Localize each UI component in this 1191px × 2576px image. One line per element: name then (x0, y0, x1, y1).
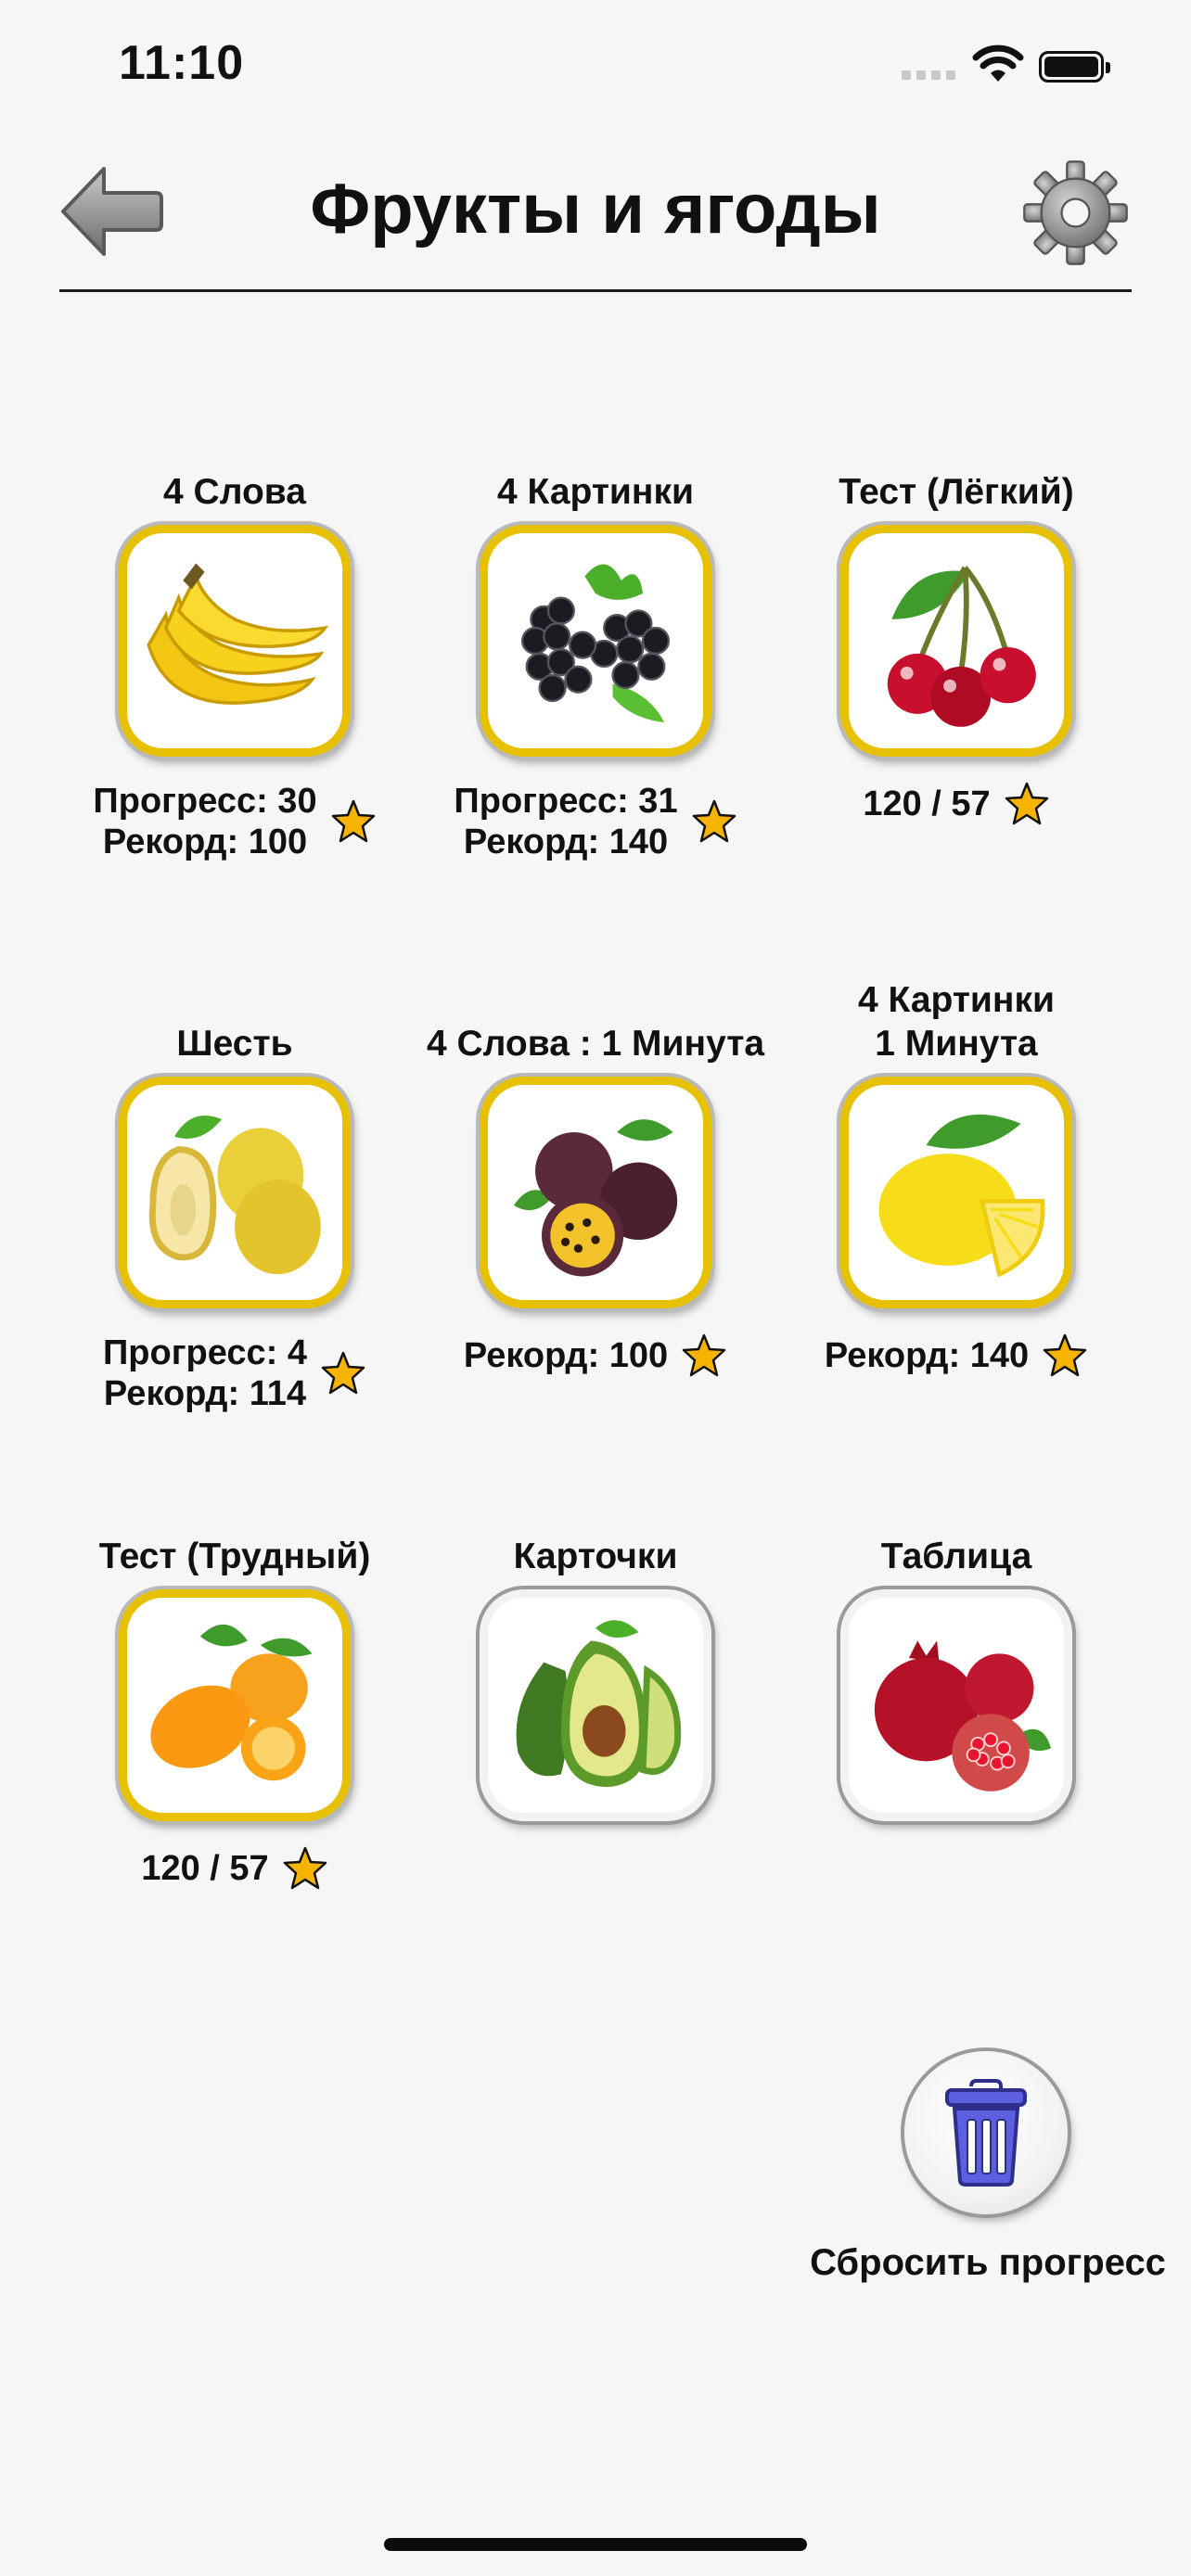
page-title: Фрукты и ягоды (310, 170, 881, 249)
tile-stats: 120 / 57 (54, 1845, 416, 1892)
tile-test-hard: Тест (Трудный) 120 / 57 (54, 1491, 416, 1892)
battery-icon (1039, 51, 1110, 83)
star-icon (283, 1846, 327, 1890)
tile-label: 4 Слова : 1 Минута (426, 1024, 765, 1064)
reset-progress-label: Сбросить прогресс (810, 2242, 1166, 2283)
gear-icon (1023, 160, 1128, 265)
star-icon (1005, 782, 1048, 825)
tile-stats: Рекорд: 100 (415, 1333, 776, 1379)
tile-button-4-words-1-minute[interactable] (480, 1077, 711, 1308)
tile-stats: 120 / 57 (775, 781, 1137, 827)
quince-image (148, 1115, 321, 1275)
tile-label: Шесть (176, 1024, 293, 1064)
header-divider (59, 289, 1132, 292)
wifi-icon (972, 45, 1024, 82)
tile-label: Тест (Трудный) (98, 1537, 371, 1576)
stats-text: Прогресс: 4 Рекорд: 114 (102, 1333, 308, 1413)
pomegranate-image (874, 1640, 1052, 1792)
status-bar: 11:10 (0, 0, 1191, 139)
stats-text: 120 / 57 (141, 1849, 269, 1888)
stats-text: 120 / 57 (863, 784, 991, 823)
blackberry-image (520, 564, 671, 723)
star-icon (331, 799, 375, 843)
cherry-image (887, 566, 1036, 727)
star-icon (692, 799, 736, 843)
tile-button-4-pictures-1-minute[interactable] (840, 1077, 1072, 1308)
tile-label: Карточки (513, 1537, 678, 1576)
avocado-image (516, 1620, 682, 1788)
tile-table: Таблица (775, 1491, 1137, 1821)
tile-label: 4 Картинки 1 Минута (858, 980, 1055, 1064)
stats-text: Прогресс: 30 Рекорд: 100 (93, 782, 317, 861)
stats-text: Рекорд: 140 (824, 1336, 1030, 1375)
tile-stats: Прогресс: 31 Рекорд: 140 (415, 781, 776, 862)
star-icon (682, 1333, 726, 1377)
tile-4-words-1-minute: 4 Слова : 1 Минута Рекорд: 100 (415, 978, 776, 1379)
tile-flashcards: Карточки (415, 1491, 776, 1821)
stats-text: Рекорд: 100 (463, 1336, 669, 1375)
tile-label: Тест (Лёгкий) (839, 472, 1074, 512)
status-time: 11:10 (119, 36, 245, 90)
header: Фрукты и ягоды (0, 139, 1191, 292)
tile-button-test-hard[interactable] (119, 1589, 351, 1821)
tile-button-4-words[interactable] (119, 525, 351, 757)
tile-4-words: 4 Слова Прогресс: 30 Рекорд: 100 (54, 427, 416, 862)
lemon-image (878, 1114, 1045, 1278)
tile-button-test-easy[interactable] (840, 525, 1072, 757)
tile-button-4-pictures[interactable] (480, 525, 711, 757)
arrow-left-icon (61, 167, 163, 256)
home-indicator[interactable] (384, 2538, 807, 2551)
tile-4-pictures: 4 Картинки Прогресс: 31 Рекорд: 140 (415, 427, 776, 862)
banana-image (147, 563, 329, 705)
star-icon (321, 1351, 365, 1395)
tile-4-pictures-1-minute: 4 Картинки 1 Минута Рекорд: 140 (775, 978, 1137, 1379)
back-button[interactable] (56, 156, 167, 267)
passion-fruit-image (513, 1119, 678, 1277)
tile-stats: Прогресс: 4 Рекорд: 114 (54, 1333, 416, 1414)
star-icon (1043, 1333, 1087, 1377)
tile-stats: Рекорд: 140 (775, 1333, 1137, 1379)
trash-icon (945, 2079, 1027, 2187)
tile-test-easy: Тест (Лёгкий) 120 / 57 (775, 427, 1137, 827)
tile-label: 4 Слова (163, 472, 306, 512)
tile-label: Таблица (880, 1537, 1032, 1576)
tile-six: Шесть Прогресс: 4 Рекорд: 114 (54, 978, 416, 1414)
tile-button-flashcards[interactable] (480, 1589, 711, 1821)
reset-progress-button[interactable] (904, 2051, 1068, 2214)
tile-button-table[interactable] (840, 1589, 1072, 1821)
settings-button[interactable] (1022, 159, 1129, 266)
tile-button-six[interactable] (119, 1077, 351, 1308)
cellular-signal-icon (902, 67, 957, 80)
stats-text: Прогресс: 31 Рекорд: 140 (454, 782, 678, 861)
tile-stats: Прогресс: 30 Рекорд: 100 (54, 781, 416, 862)
kumquat-image (150, 1624, 313, 1781)
tile-label: 4 Картинки (497, 472, 694, 512)
